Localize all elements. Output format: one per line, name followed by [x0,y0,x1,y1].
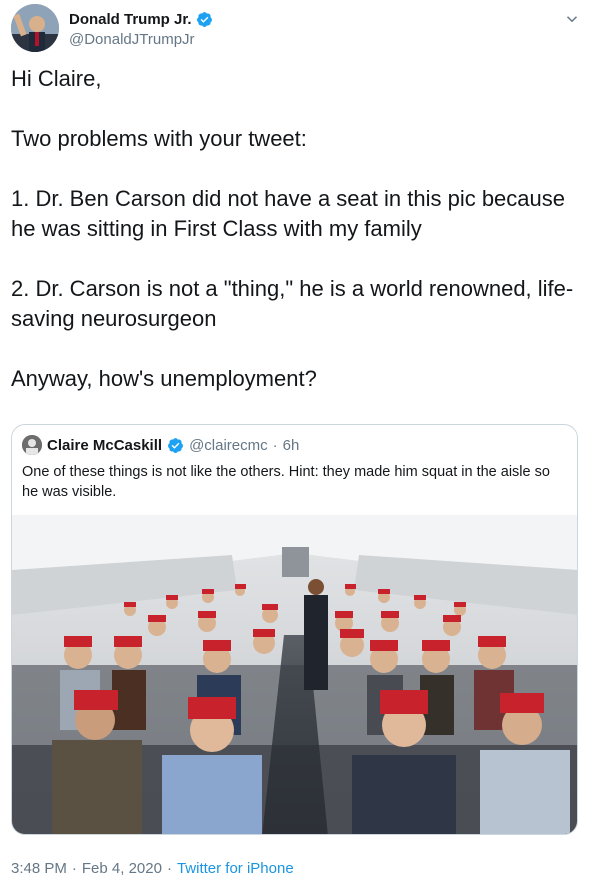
tweet-text: Hi Claire, Two problems with your tweet:… [11,66,574,391]
quoted-author-name[interactable]: Claire McCaskill [47,437,162,454]
meta-separator: · [272,436,278,454]
meta-separator: · [166,860,172,877]
tweet-time[interactable]: 3:48 PM [11,860,67,877]
author-display-name[interactable]: Donald Trump Jr. [69,11,192,28]
author-avatar[interactable] [11,4,59,52]
meta-separator: · [71,860,77,877]
verified-badge-icon [168,437,183,453]
quoted-tweet-time[interactable]: 6h [283,437,300,454]
quoted-tweet-photo[interactable] [12,515,577,834]
tweet-source-link[interactable]: Twitter for iPhone [177,860,294,877]
quoted-author-handle[interactable]: @clairecmc [189,437,268,454]
quoted-tweet[interactable]: Claire McCaskill @clairecmc · 6h One of … [11,424,578,835]
tweet-header: Donald Trump Jr. @DonaldJTrumpJr [11,4,581,54]
verified-badge-icon [196,12,212,27]
quoted-author-avatar [22,435,42,455]
chevron-down-icon[interactable] [563,10,581,28]
tweet-footer: 3:48 PM · Feb 4, 2020 · Twitter for iPho… [11,860,294,877]
tweet-date[interactable]: Feb 4, 2020 [82,860,162,877]
quoted-tweet-text: One of these things is not like the othe… [22,464,550,500]
author-handle[interactable]: @DonaldJTrumpJr [69,31,213,48]
